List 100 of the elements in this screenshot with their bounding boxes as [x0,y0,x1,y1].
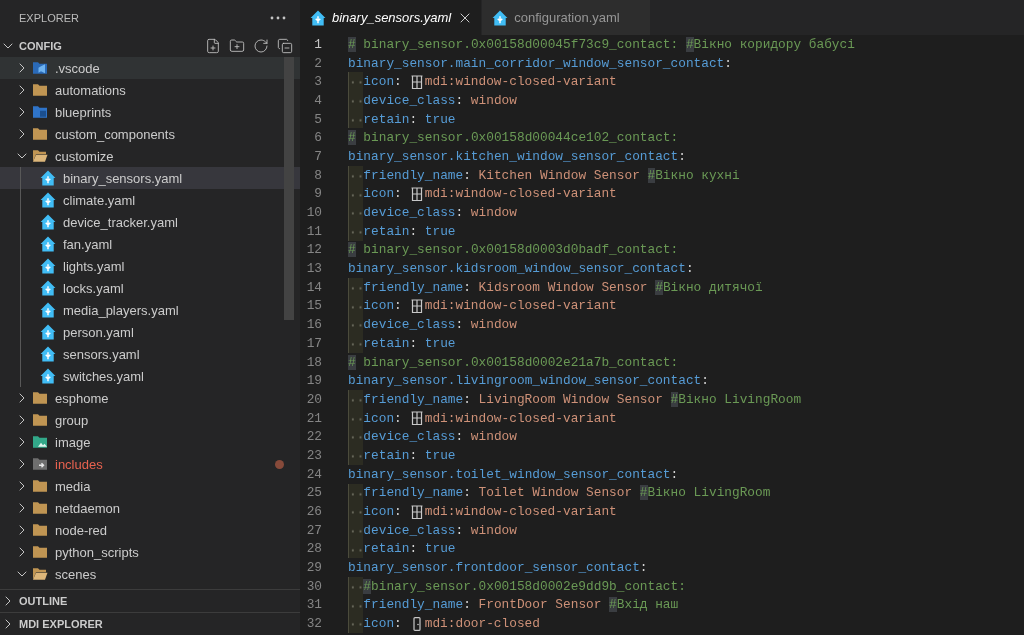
line-number: 30 [306,578,322,594]
tree-item[interactable]: includes [0,453,300,475]
tree-item[interactable]: scenes [0,563,300,585]
line-number: 3 [314,74,322,90]
tree-item[interactable]: binary_sensors.yaml [0,167,300,189]
line-number: 8 [314,167,322,183]
line-number: 31 [306,597,322,613]
line-number: 16 [306,317,322,333]
code-text: device_class: window [363,317,517,333]
house-icon [40,192,56,208]
house-icon [310,9,326,26]
new-folder-icon[interactable] [229,38,245,54]
tree-item[interactable]: fan.yaml [0,233,300,255]
tree-item[interactable]: sensors.yaml [0,343,300,365]
code-text: #binary_sensor.0x00158d0002e9dd9b_contact: [363,578,686,594]
folder-icon [32,127,48,141]
code-text: binary_sensor.livingroom_window_sensor_contact: [348,373,709,389]
section-header[interactable]: OUTLINE [0,590,68,612]
window-icon [410,74,423,89]
code-text: device_class: window [363,522,517,538]
folder-icon [32,105,48,119]
folder-icon [32,479,48,493]
line-number: 4 [314,92,322,108]
window-icon [410,504,423,519]
code-text: mdi:window-closed-variant [424,410,617,426]
new-file-icon[interactable] [205,38,221,54]
house-icon [40,368,56,384]
line-number: 20 [306,391,322,407]
code-text: device_class: window [363,92,517,108]
house-icon [40,258,56,274]
code-text: mdi:window-closed-variant [424,74,617,90]
tree-item[interactable]: group [0,409,300,431]
line-number: 19 [306,373,322,389]
tree-item[interactable]: custom_components [0,123,300,145]
tree-item[interactable]: lights.yaml [0,255,300,277]
code-text: mdi:window-closed-variant [424,298,617,314]
code-text: retain: true [363,447,456,463]
refresh-icon[interactable] [253,38,269,54]
tree-item[interactable]: .vscode [0,57,300,79]
line-number: 2 [314,55,322,71]
folder-icon [32,545,48,559]
tree-item[interactable]: media_players.yaml [0,299,300,321]
line-number: 10 [306,205,322,221]
code-text: binary_sensor.frontdoor_sensor_contact: [348,560,648,576]
tree-item[interactable]: image [0,431,300,453]
tree-item[interactable]: device_tracker.yaml [0,211,300,233]
line-number: 14 [306,279,322,295]
tree-item[interactable]: switches.yaml [0,365,300,387]
tree-item[interactable]: python_scripts [0,541,300,563]
folder-icon [32,523,48,537]
more-icon[interactable] [270,15,286,20]
tree-item[interactable]: locks.yaml [0,277,300,299]
code-text: icon: [363,186,402,202]
tab[interactable]: configuration.yaml [482,0,651,35]
panel-title: EXPLORER [19,11,79,24]
code-text: icon: [363,74,402,90]
house-icon [40,236,56,252]
tree-item[interactable]: esphome [0,387,300,409]
folder-icon [32,61,48,75]
tree-item[interactable]: person.yaml [0,321,300,343]
open-folder-icon [32,149,48,163]
tree-item[interactable]: blueprints [0,101,300,123]
code-text: retain: true [363,223,456,239]
tree-item[interactable]: netdaemon [0,497,300,519]
line-number: 12 [306,242,322,258]
house-icon [40,170,56,186]
tab[interactable]: binary_sensors.yaml [300,0,483,35]
tree-item[interactable]: climate.yaml [0,189,300,211]
folder-icon [32,457,48,471]
code-text: icon: [363,616,402,632]
line-number: 13 [306,261,322,277]
code-text: mdi:door-closed [424,616,540,632]
line-number: 26 [306,504,322,520]
tree-item[interactable]: media [0,475,300,497]
house-icon [40,280,56,296]
code-text: # binary_sensor.0x00158d00044ce102_contact: [348,130,679,146]
tree-item[interactable]: node-red [0,519,300,541]
collapse-icon[interactable] [277,38,293,54]
problem-dot-icon [275,459,284,469]
window-icon [410,411,423,426]
window-icon [410,186,423,201]
tree-item[interactable]: customize [0,145,300,167]
folder-icon [32,391,48,405]
scrollbar-thumb[interactable] [284,57,294,320]
folder-icon [32,83,48,97]
tree-item[interactable]: automations [0,79,300,101]
line-number: 9 [314,186,322,202]
line-number: 5 [314,111,322,127]
house-icon [492,9,509,26]
line-number: 24 [306,466,322,482]
line-number: 29 [306,560,322,576]
code-text: friendly_name: Kidsroom Window Sensor #Вікно дитячої [363,279,763,295]
house-icon [40,346,56,362]
section-header[interactable]: CONFIG [0,35,62,57]
code-text: friendly_name: Kitchen Window Sensor #Вікно кухні [363,167,740,183]
line-number: 17 [306,335,322,351]
code-text: retain: true [363,335,456,351]
line-number: 11 [306,223,322,239]
section-header[interactable]: MDI EXPLORER [0,613,103,635]
code-text: mdi:window-closed-variant [424,186,617,202]
